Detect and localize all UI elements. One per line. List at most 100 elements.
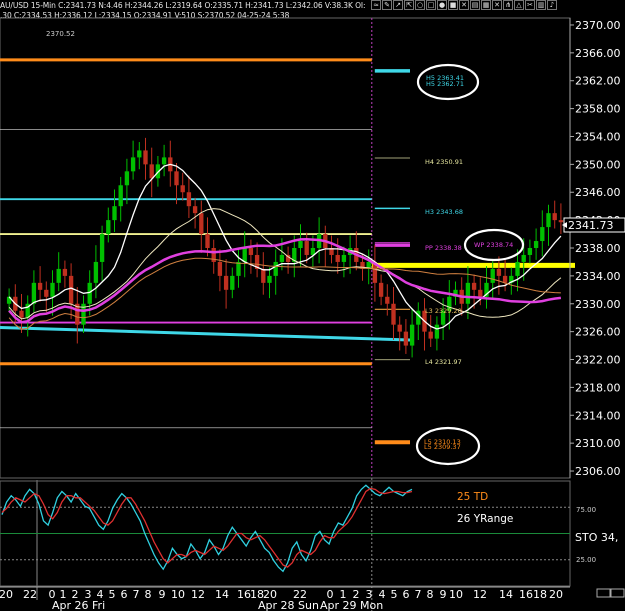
y-axis-tick-label: 2322.00	[575, 354, 621, 367]
candle-body	[248, 248, 254, 255]
candle-body	[93, 261, 99, 283]
chart-window: AU/USD 15-Min C:2341.73 N:4.46 H:2344.26…	[0, 0, 625, 611]
candle-body	[106, 220, 111, 235]
candle-body	[230, 275, 235, 290]
header-sub-price: 2370.52	[46, 30, 75, 38]
candle-body	[242, 248, 247, 262]
y-axis-tick-label: 2358.00	[575, 103, 621, 116]
x-axis-tick-label: 20	[549, 588, 563, 601]
ma-slow-magenta	[8, 237, 562, 324]
label-H4: H4 2350.91	[425, 158, 463, 166]
label-H3: H3 2343.68	[425, 208, 463, 216]
candle-body	[236, 261, 241, 276]
x-axis-tick-label: 20	[0, 588, 13, 601]
x-axis-tick-label: 7	[133, 588, 140, 601]
indicator-level-25: 25.00	[576, 556, 596, 564]
x-axis-tick-label: 6	[121, 588, 128, 601]
candle-body	[267, 275, 272, 283]
y-axis-tick-label: 2346.00	[575, 186, 621, 199]
label-L4: L4 2321.97	[425, 358, 462, 366]
label-PP: PP 2338.38	[425, 244, 462, 252]
candle-body	[124, 171, 130, 186]
x-axis-date-label: Apr 28 Sun	[258, 599, 319, 611]
candle-body	[558, 220, 564, 223]
y-axis-tick-label: 2354.00	[575, 130, 621, 143]
x-axis-date-label: Apr 26 Fri	[52, 599, 105, 611]
y-axis-tick-label: 2330.00	[575, 298, 621, 311]
x-axis-date-label: Apr 29 Mon	[320, 599, 383, 611]
candle-body	[465, 282, 471, 304]
label-WP: WP 2338.74	[474, 241, 513, 249]
candle-body	[428, 331, 433, 339]
y-axis-tick-label: 2338.00	[575, 242, 621, 255]
x-axis-tick-label: 6	[403, 588, 410, 601]
y-axis-tick-label: 2326.00	[575, 326, 621, 339]
candle-body	[192, 206, 198, 214]
x-axis-tick-label: 12	[191, 588, 205, 601]
candle-body	[199, 213, 204, 235]
candle-body	[335, 254, 340, 262]
candle-body	[186, 192, 192, 207]
y-axis-tick-label: 2350.00	[575, 158, 621, 171]
price-chart: 2306.00 2310.00 2314.00 2318.00 2322.00 2326.…	[0, 17, 625, 611]
candle-body	[62, 268, 68, 276]
candle-body	[515, 261, 520, 276]
x-axis-tick-label: 14	[499, 588, 513, 601]
candle-body	[391, 303, 396, 325]
candle-body	[50, 282, 55, 297]
candle-body	[298, 241, 303, 248]
candle-body	[149, 164, 154, 179]
y-axis-tick-label: 2362.00	[575, 75, 621, 88]
label-L3: L3 2329.20	[425, 307, 462, 315]
candle-body	[397, 324, 402, 332]
x-axis-tick-label: 8	[145, 588, 152, 601]
candle-body	[385, 296, 390, 304]
x-axis-tick-label: 5	[391, 588, 398, 601]
candle-body	[478, 289, 483, 297]
x-axis-tick-label: 9	[440, 588, 447, 601]
x-axis-tick-label: 5	[109, 588, 116, 601]
candle-body	[44, 289, 49, 297]
x-axis-tick-label: 16	[237, 588, 251, 601]
candle-body	[112, 206, 117, 221]
sto-series-k	[1, 484, 413, 573]
y-axis-tick-label: 2314.00	[575, 409, 621, 422]
y-axis-tick-label: 2334.00	[575, 270, 621, 283]
candle-body	[540, 227, 545, 242]
candle-body	[496, 268, 502, 276]
candle-body	[68, 275, 74, 304]
candle-body	[533, 241, 539, 248]
x-axis-tick-label: 12	[473, 588, 487, 601]
candle-body	[217, 261, 223, 276]
candle-body	[304, 241, 309, 255]
candle-body	[37, 282, 43, 290]
candle-body	[174, 171, 179, 186]
candle-body	[273, 261, 278, 276]
candle-body	[471, 282, 477, 290]
candle-body	[403, 331, 409, 346]
last-price-label: 2341.73	[568, 219, 614, 232]
candle-body	[521, 254, 526, 262]
candle-body	[130, 157, 136, 172]
x-axis-tick-label: 9	[159, 588, 166, 601]
scroll-right-button[interactable]	[610, 588, 625, 598]
x-axis-tick-label: 10	[449, 588, 463, 601]
scroll-left-button[interactable]	[596, 588, 611, 598]
y-axis-tick-label: 2310.00	[575, 437, 621, 450]
x-axis-tick-label: 18	[533, 588, 547, 601]
candle-body	[87, 282, 92, 304]
candle-body	[223, 275, 229, 290]
candle-body	[143, 150, 148, 165]
candle-body	[261, 268, 266, 283]
label-H5b: H5 2362.71	[426, 80, 464, 88]
candle-body	[279, 254, 285, 262]
trend-line-cyan	[0, 325, 411, 342]
x-axis-tick-label: 14	[215, 588, 229, 601]
candle-body	[56, 268, 61, 283]
y-axis-tick-label: 2318.00	[575, 381, 621, 394]
y-axis-tick-label: 2370.00	[575, 19, 621, 32]
candle-body	[137, 150, 142, 158]
indicator-label-range: 26 YRange	[457, 513, 513, 525]
candle-body	[31, 282, 37, 304]
candle-body	[378, 282, 384, 297]
